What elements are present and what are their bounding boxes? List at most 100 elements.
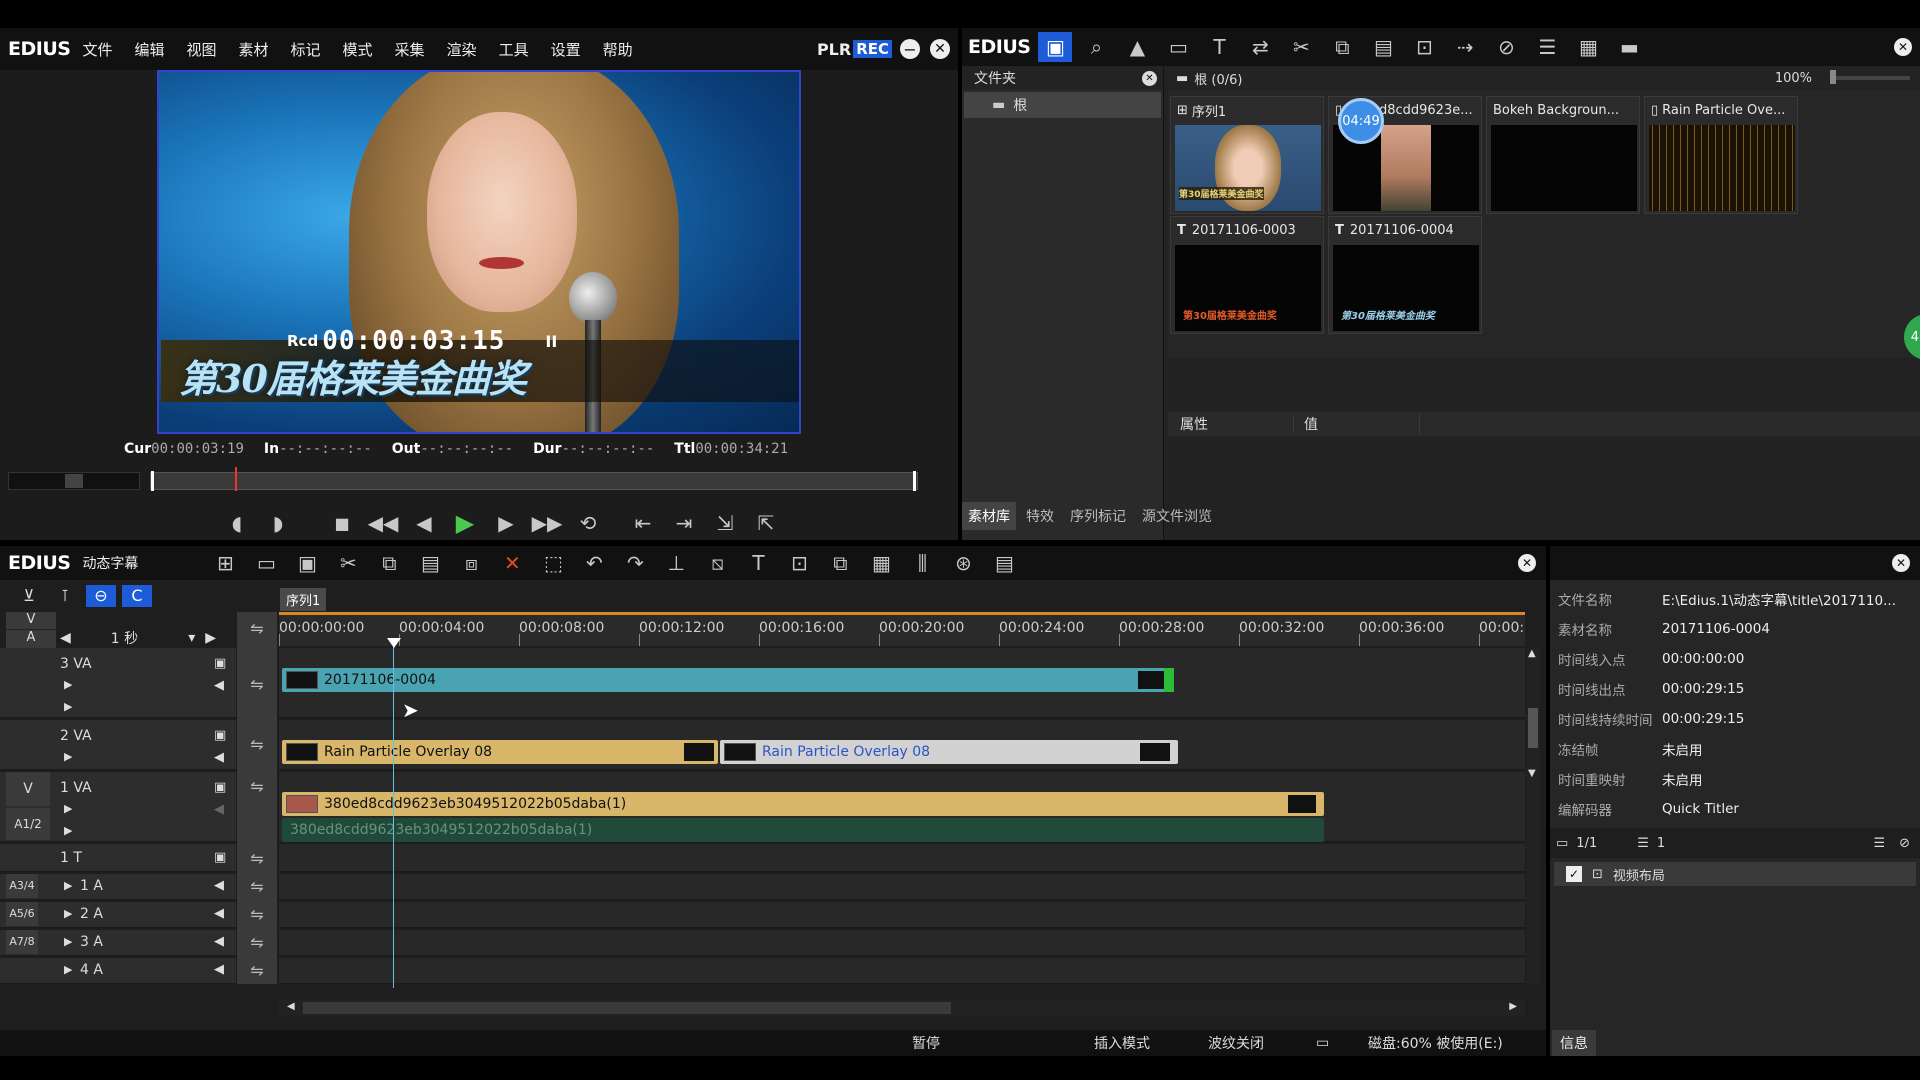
folder-view-icon[interactable]: ▣ (1038, 32, 1073, 62)
a-patch[interactable]: A7/8 (6, 930, 38, 954)
mode-icon-2[interactable]: ⊺ (50, 585, 80, 607)
sync-icon[interactable]: ⇋ (241, 732, 273, 756)
sync-icon[interactable]: ⇋ (241, 616, 273, 640)
lane-1t[interactable] (279, 844, 1525, 872)
layout-delete-icon[interactable]: ⊘ (1899, 836, 1910, 851)
track-head-2a[interactable]: A5/6 ▶ 2 A ◀ (0, 902, 236, 928)
fast-forward-icon[interactable]: ▶▶ (530, 508, 564, 538)
capture-icon[interactable]: ⊡ (782, 548, 816, 578)
playhead-handle[interactable] (387, 638, 401, 648)
jog-slider[interactable] (8, 472, 140, 490)
show-in-player-icon[interactable]: ⊡ (1407, 32, 1441, 62)
track-head-1va[interactable]: V A1/2 1 VA ▣ ▶ ◀ ▶ (0, 772, 236, 842)
expand-icon[interactable]: ▶ (64, 963, 72, 976)
tab-effects[interactable]: 特效 (1026, 506, 1054, 526)
a-patch[interactable]: A1/2 (6, 808, 50, 840)
add-marker-icon[interactable]: ⊥ (659, 548, 693, 578)
video-mute-icon[interactable]: ▣ (214, 780, 226, 795)
expand-icon[interactable]: ▶ (64, 750, 72, 763)
lane-3a[interactable] (279, 930, 1525, 956)
clip-thumb-rain[interactable]: ▯ Rain Particle Ove... (1644, 96, 1798, 214)
audio-mute-icon[interactable]: ◀ (214, 750, 224, 765)
clip-thumb-sequence1[interactable]: ⊞ 序列1 第30届格莱美金曲奖 (1170, 96, 1324, 214)
video-mute-icon[interactable]: ▣ (214, 850, 226, 865)
audio-mute-icon[interactable]: ◀ (214, 962, 224, 977)
clip-video-1va[interactable]: 380ed8cdd9623eb3049512022b05daba(1) (282, 792, 1324, 816)
rec-button[interactable]: REC (853, 40, 892, 58)
timeline-vscroll[interactable]: ▲ ▼ (1526, 648, 1540, 984)
cut-icon[interactable]: ✂ (1284, 32, 1318, 62)
sync-icon[interactable]: ⇋ (241, 930, 273, 954)
sync-icon[interactable]: ⇋ (241, 874, 273, 898)
scroll-down-icon[interactable]: ▼ (1528, 768, 1536, 779)
a-patch[interactable]: A5/6 (6, 902, 38, 926)
menu-help[interactable]: 帮助 (603, 39, 633, 60)
folder-root-item[interactable]: ▬ 根 (964, 92, 1161, 118)
overwrite-to-timeline-icon[interactable]: ⇥ (667, 508, 701, 538)
transition-icon[interactable]: ⧅ (700, 548, 734, 578)
clip-rain-b[interactable]: Rain Particle Overlay 08 (720, 740, 1178, 764)
menu-marker[interactable]: 标记 (291, 39, 321, 60)
track-head-2va[interactable]: 2 VA ▣ ▶ ◀ (0, 720, 236, 770)
expand-icon[interactable]: ▶ (64, 678, 72, 691)
add-to-seq-icon[interactable]: ⇢ (1448, 32, 1482, 62)
audio-mute-icon[interactable]: ◀ (214, 678, 224, 693)
a-patch[interactable]: A3/4 (6, 874, 38, 898)
sync-icon[interactable]: ⇋ (241, 672, 273, 696)
menu-settings[interactable]: 设置 (551, 39, 581, 60)
insert-to-timeline-icon[interactable]: ⇤ (626, 508, 660, 538)
position-scrubber[interactable] (150, 467, 918, 491)
expand-icon[interactable]: ▶ (64, 824, 72, 837)
expand-icon[interactable]: ▶ (64, 907, 72, 920)
lane-2a[interactable] (279, 902, 1525, 928)
bin-close-icon[interactable]: ✕ (1894, 38, 1912, 56)
scroll-right-icon[interactable]: ▶ (1509, 1001, 1517, 1012)
scroll-left-icon[interactable]: ◀ (287, 1001, 295, 1012)
list-view-icon[interactable]: ☰ (1530, 32, 1564, 62)
cut-icon[interactable]: ✂ (331, 548, 365, 578)
close-icon[interactable]: ✕ (930, 39, 950, 59)
menu-capture[interactable]: 采集 (395, 39, 425, 60)
menu-file[interactable]: 文件 (82, 39, 112, 60)
export-icon[interactable]: ⇱ (749, 508, 783, 538)
play-icon[interactable]: ▶ (448, 508, 482, 538)
paste-mode-icon[interactable]: ⧈ (454, 548, 488, 578)
export-icon[interactable]: ▦ (864, 548, 898, 578)
menu-mode[interactable]: 模式 (343, 39, 373, 60)
menu-clip[interactable]: 素材 (238, 39, 268, 60)
rewind-icon[interactable]: ◀◀ (366, 508, 400, 538)
set-in-icon[interactable]: ◖ (220, 508, 254, 538)
timeline-hscroll[interactable]: ◀ ▶ (279, 1000, 1525, 1016)
video-mute-icon[interactable]: ▣ (214, 728, 226, 743)
scale-right-icon[interactable]: ▶ (205, 630, 216, 646)
clip-audio-1va[interactable]: 380ed8cdd9623eb3049512022b05daba(1) (282, 818, 1324, 842)
clip-rain-a[interactable]: Rain Particle Overlay 08 (282, 740, 718, 764)
info-close-icon[interactable]: ✕ (1892, 554, 1910, 572)
track-head-4a[interactable]: ▶ 4 A ◀ (0, 958, 236, 984)
ripple-delete-icon[interactable]: ⬚ (536, 548, 570, 578)
step-back-icon[interactable]: ◀ (407, 508, 441, 538)
folder-panel-close-icon[interactable]: ✕ (1142, 70, 1157, 86)
scale-selector[interactable]: ◀ 1 秒 ▾ ▶ (60, 628, 216, 648)
settings-grid-icon[interactable]: ▤ (987, 548, 1021, 578)
mixer-icon[interactable]: ⫼ (905, 548, 939, 578)
clip-thumb-bokeh[interactable]: Bokeh Backgroun... (1486, 96, 1640, 214)
copy-icon[interactable]: ⧉ (372, 548, 406, 578)
audio-mute-icon[interactable]: ◀ (214, 906, 224, 921)
set-out-icon[interactable]: ◗ (261, 508, 295, 538)
timeline-close-icon[interactable]: ✕ (1518, 554, 1536, 572)
up-folder-icon[interactable]: ▲ (1120, 32, 1154, 62)
timeline-playhead[interactable] (393, 640, 394, 988)
sync-icon[interactable]: ⇋ (241, 846, 273, 870)
zoom-slider[interactable] (1830, 70, 1910, 84)
mode-icon-1[interactable]: ⊻ (14, 585, 44, 607)
new-title-icon[interactable]: T (1202, 32, 1236, 62)
layout-list-icon[interactable]: ☰ (1873, 836, 1885, 851)
sync-lock-icon[interactable]: ⊖ (86, 585, 116, 607)
scale-left-icon[interactable]: ◀ (60, 630, 71, 646)
clip-thumb-title4[interactable]: T 20171106-0004 第30届格莱美金曲奖 (1328, 216, 1482, 334)
bin-menu-icon[interactable]: ▬ (1612, 32, 1646, 62)
stop-icon[interactable]: ■ (325, 508, 359, 538)
layout-item[interactable]: ✓ ⊡ 视频布局 (1554, 862, 1916, 886)
scroll-up-icon[interactable]: ▲ (1528, 648, 1536, 659)
